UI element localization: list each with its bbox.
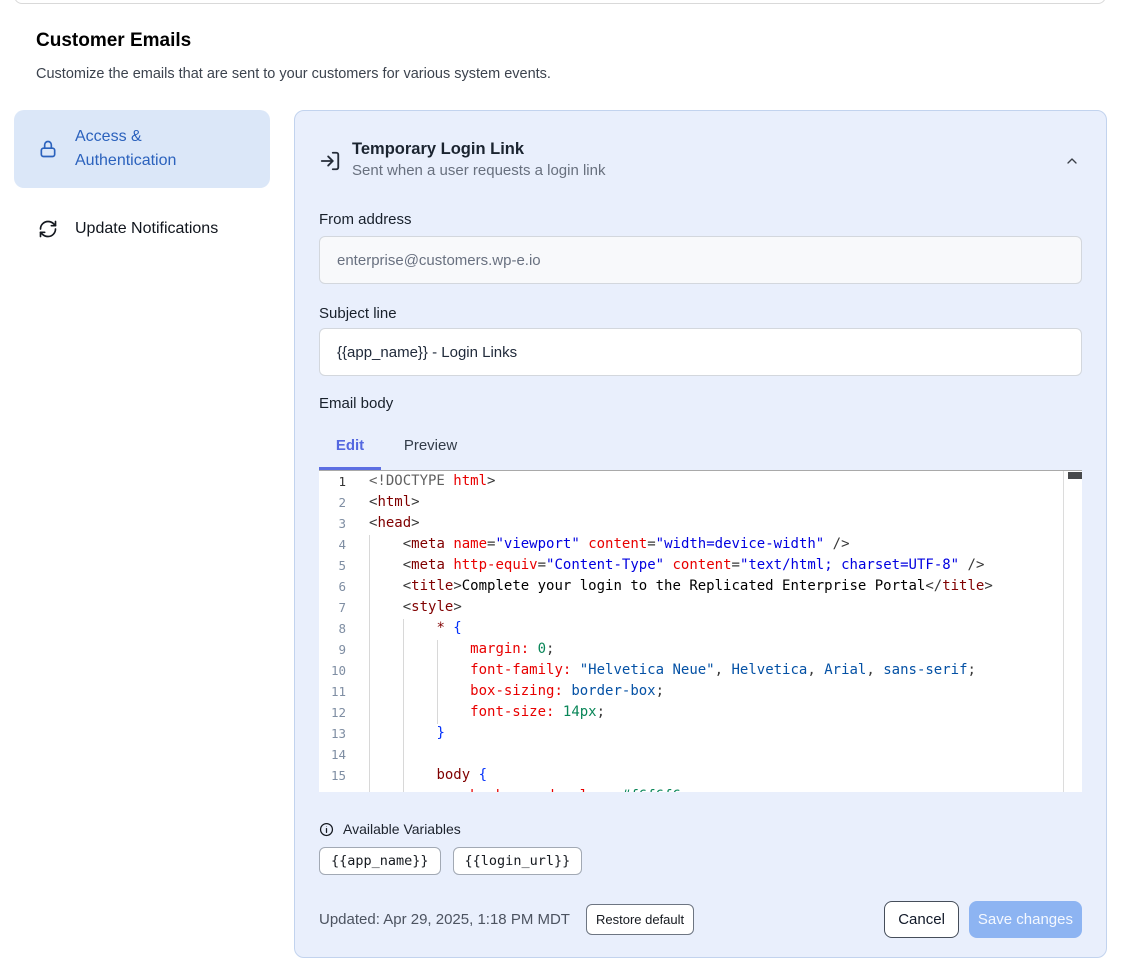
sidebar-item-label: Access & Authentication <box>75 125 240 173</box>
chevron-up-icon[interactable] <box>1064 153 1080 174</box>
line-number: 4 <box>319 534 346 555</box>
line-number: 5 <box>319 555 346 576</box>
restore-default-button[interactable]: Restore default <box>586 904 694 935</box>
card-footer: Updated: Apr 29, 2025, 1:18 PM MDT Resto… <box>319 901 1082 938</box>
subject-line-label: Subject line <box>319 305 1082 323</box>
line-number: 13 <box>319 723 346 744</box>
code-line: 14 <box>319 744 1082 765</box>
line-number: 9 <box>319 639 346 660</box>
from-address-label: From address <box>319 211 1082 229</box>
code-line: 7 <style> <box>319 597 1082 618</box>
line-number: 15 <box>319 765 346 786</box>
tab-preview[interactable]: Preview <box>381 426 480 470</box>
line-number: 10 <box>319 660 346 681</box>
line-number: 1 <box>319 471 346 492</box>
code-editor[interactable]: 1<!DOCTYPE html>2<html>3<head>4 <meta na… <box>319 470 1082 792</box>
code-line: 12 font-size: 14px; <box>319 702 1082 723</box>
variable-chip-login-url[interactable]: {{login_url}} <box>453 847 583 875</box>
indent-guide <box>403 619 404 792</box>
code-line: 10 font-family: "Helvetica Neue", Helvet… <box>319 660 1082 681</box>
line-number: 11 <box>319 681 346 702</box>
code-line: 16 background-color: #f6f6f6; <box>319 786 1082 792</box>
sidebar-item-access-authentication[interactable]: Access & Authentication <box>14 110 270 188</box>
sidebar-item-label: Update Notifications <box>75 217 218 241</box>
code-line: 6 <title>Complete your login to the Repl… <box>319 576 1082 597</box>
indent-guide <box>437 640 438 724</box>
line-number: 12 <box>319 702 346 723</box>
updated-timestamp: Updated: Apr 29, 2025, 1:18 PM MDT <box>319 911 570 928</box>
previous-card-bottom-edge <box>14 0 1106 4</box>
available-variables-row: Available Variables <box>319 820 1082 838</box>
email-body-label: Email body <box>319 395 1082 413</box>
code-line: 11 box-sizing: border-box; <box>319 681 1082 702</box>
sidebar: Access & Authentication Update Notificat… <box>14 110 270 253</box>
editor-tabs: Edit Preview <box>319 426 1082 470</box>
tab-edit[interactable]: Edit <box>319 426 381 470</box>
code-lines: 1<!DOCTYPE html>2<html>3<head>4 <meta na… <box>319 471 1082 792</box>
line-number: 14 <box>319 744 346 765</box>
refresh-icon <box>38 219 58 239</box>
code-line: 9 margin: 0; <box>319 639 1082 660</box>
info-icon <box>319 822 334 837</box>
lock-icon <box>38 139 58 159</box>
code-line: 15 body { <box>319 765 1082 786</box>
code-line: 1<!DOCTYPE html> <box>319 471 1082 492</box>
page-subtitle: Customize the emails that are sent to yo… <box>36 66 551 82</box>
card-header: Temporary Login Link Sent when a user re… <box>319 139 1082 183</box>
subject-line-input[interactable]: {{app_name}} - Login Links <box>319 328 1082 376</box>
page-title: Customer Emails <box>36 30 191 52</box>
line-number: 8 <box>319 618 346 639</box>
cancel-button[interactable]: Cancel <box>884 901 959 938</box>
code-line: 5 <meta http-equiv="Content-Type" conten… <box>319 555 1082 576</box>
available-variables-label: Available Variables <box>343 821 461 837</box>
indent-guide <box>369 535 370 792</box>
code-line: 4 <meta name="viewport" content="width=d… <box>319 534 1082 555</box>
log-in-icon <box>319 139 343 183</box>
email-settings-card: Temporary Login Link Sent when a user re… <box>294 110 1107 958</box>
variable-chips: {{app_name}} {{login_url}} <box>319 847 1082 875</box>
editor-scrollbar-thumb[interactable] <box>1068 472 1082 479</box>
save-changes-button[interactable]: Save changes <box>969 901 1082 938</box>
line-number: 16 <box>319 786 346 792</box>
code-line: 3<head> <box>319 513 1082 534</box>
card-subtitle: Sent when a user requests a login link <box>352 160 605 182</box>
code-line: 8 * { <box>319 618 1082 639</box>
editor-scrollbar-track <box>1063 471 1064 792</box>
line-number: 7 <box>319 597 346 618</box>
variable-chip-app-name[interactable]: {{app_name}} <box>319 847 441 875</box>
card-title: Temporary Login Link <box>352 139 605 160</box>
sidebar-item-update-notifications[interactable]: Update Notifications <box>14 205 270 253</box>
line-number: 3 <box>319 513 346 534</box>
code-line: 13 } <box>319 723 1082 744</box>
from-address-input[interactable]: enterprise@customers.wp-e.io <box>319 236 1082 284</box>
line-number: 6 <box>319 576 346 597</box>
code-line: 2<html> <box>319 492 1082 513</box>
line-number: 2 <box>319 492 346 513</box>
